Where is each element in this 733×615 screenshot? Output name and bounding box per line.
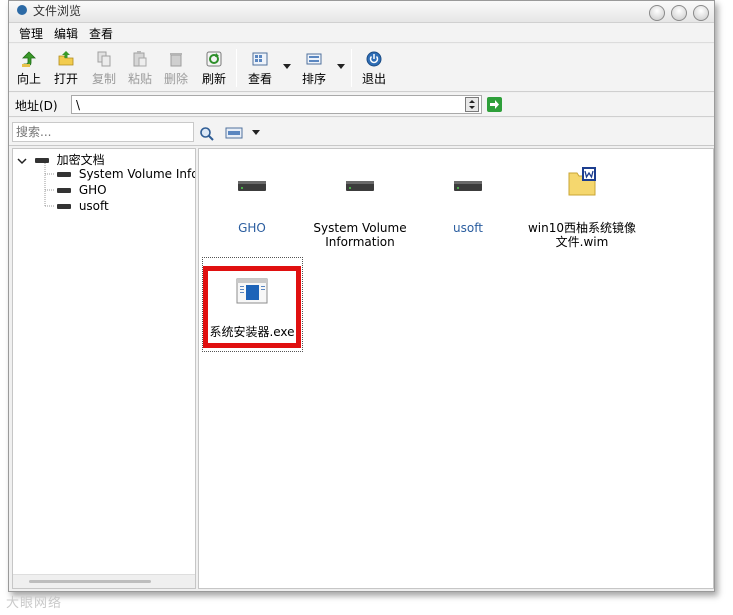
- file-item-system-volume-information[interactable]: System Volume Information: [307, 171, 413, 249]
- drive-icon: [34, 158, 49, 163]
- view-mode-chevron-icon[interactable]: [252, 130, 260, 135]
- toolbar-separator: [236, 49, 237, 87]
- delete-icon: [170, 53, 182, 67]
- go-button[interactable]: [487, 97, 502, 112]
- open-button[interactable]: 打开: [51, 48, 81, 88]
- drive-icon: [346, 181, 374, 191]
- copy-label: 复制: [91, 72, 116, 86]
- file-item-installer-exe[interactable]: 系统安装器.exe: [200, 275, 304, 339]
- paste-icon: [133, 51, 147, 67]
- toolbar-separator: [351, 49, 352, 87]
- drive-icon: [238, 181, 266, 191]
- drive-icon: [57, 172, 71, 177]
- delete-label: 删除: [163, 72, 188, 86]
- tree-item-gho[interactable]: GHO: [57, 183, 107, 199]
- copy-icon: [97, 51, 111, 67]
- file-name: System Volume Information: [313, 221, 407, 249]
- paste-label: 粘贴: [127, 72, 152, 86]
- horizontal-scrollbar[interactable]: [13, 574, 195, 588]
- file-name: 系统安装器.exe: [209, 325, 295, 339]
- view-dropdown-chevron-icon[interactable]: [283, 64, 291, 69]
- paste-button[interactable]: 粘贴: [125, 48, 155, 88]
- up-button[interactable]: 向上: [13, 48, 45, 88]
- address-input[interactable]: [71, 95, 482, 114]
- view-label: 查看: [247, 72, 272, 86]
- refresh-label: 刷新: [201, 72, 226, 86]
- file-item-wim[interactable]: win10西柚系统镜像文件.wim: [527, 163, 637, 249]
- up-arrow-icon: [22, 51, 36, 67]
- wim-file-icon: [568, 167, 596, 196]
- drive-icon: [57, 204, 71, 209]
- search-icon[interactable]: [199, 126, 215, 142]
- sort-dropdown-chevron-icon[interactable]: [337, 64, 345, 69]
- sort-icon: [306, 53, 322, 65]
- power-icon: [366, 51, 382, 67]
- open-label: 打开: [53, 72, 78, 86]
- drive-icon: [454, 181, 482, 191]
- minimize-button[interactable]: [649, 5, 665, 21]
- address-label: 地址(D): [15, 99, 58, 113]
- tree-item-label: GHO: [78, 183, 107, 197]
- app-icon: [17, 5, 27, 15]
- delete-button[interactable]: 删除: [161, 48, 191, 88]
- sort-button[interactable]: 排序: [299, 48, 329, 88]
- up-label: 向上: [16, 72, 41, 86]
- screenshot-stage: 文件浏览 管理 编辑 查看 向上 打开 复制 粘贴 删除 刷新 查看 排序 退出…: [0, 0, 733, 615]
- file-name: GHO: [238, 221, 266, 235]
- tree-item-root[interactable]: 加密文档: [17, 151, 105, 167]
- menu-manage[interactable]: 管理: [19, 25, 43, 42]
- copy-button[interactable]: 复制: [89, 48, 119, 88]
- view-icon: [252, 52, 268, 66]
- file-list: GHO System Volume Information usoft win1…: [198, 148, 714, 589]
- tree-item-label: System Volume Inforr: [78, 167, 196, 181]
- search-bar: [9, 118, 714, 146]
- address-bar: 地址(D): [9, 93, 714, 117]
- watermark: 大眼网络: [6, 596, 63, 611]
- tree-item-label: usoft: [78, 199, 109, 213]
- search-input[interactable]: [12, 122, 194, 142]
- exit-button[interactable]: 退出: [359, 48, 389, 88]
- refresh-button[interactable]: 刷新: [199, 48, 229, 88]
- refresh-icon: [206, 51, 222, 67]
- address-dropdown-icon[interactable]: [465, 97, 479, 112]
- file-item-gho[interactable]: GHO: [199, 171, 305, 235]
- go-arrow-icon: [490, 100, 499, 109]
- folder-tree: 加密文档 System Volume Inforr GHO usoft: [12, 148, 196, 589]
- chevron-down-icon[interactable]: [17, 156, 27, 166]
- menu-bar: 管理 编辑 查看: [9, 23, 714, 43]
- tree-item-system-volume[interactable]: System Volume Inforr: [57, 167, 196, 183]
- sort-label: 排序: [301, 72, 326, 86]
- exe-file-icon: [236, 278, 268, 304]
- drive-icon: [57, 188, 71, 193]
- file-item-usoft[interactable]: usoft: [415, 171, 521, 235]
- view-button[interactable]: 查看: [245, 48, 275, 88]
- maximize-button[interactable]: [671, 5, 687, 21]
- toolbar: 向上 打开 复制 粘贴 删除 刷新 查看 排序 退出: [9, 44, 714, 92]
- close-button[interactable]: [693, 5, 709, 21]
- open-folder-icon: [58, 51, 74, 66]
- title-bar: 文件浏览: [9, 1, 714, 23]
- menu-edit[interactable]: 编辑: [54, 25, 78, 42]
- menu-view[interactable]: 查看: [89, 25, 113, 42]
- tree-item-usoft[interactable]: usoft: [57, 199, 109, 215]
- tree-item-label: 加密文档: [56, 153, 105, 167]
- list-view-icon[interactable]: [225, 126, 243, 140]
- file-name: win10西柚系统镜像文件.wim: [527, 221, 637, 249]
- exit-label: 退出: [361, 72, 386, 86]
- scrollbar-thumb[interactable]: [29, 580, 151, 583]
- file-browser-window: 文件浏览 管理 编辑 查看 向上 打开 复制 粘贴 删除 刷新 查看 排序 退出…: [8, 0, 715, 592]
- file-name: usoft: [453, 221, 483, 235]
- window-title: 文件浏览: [33, 4, 82, 18]
